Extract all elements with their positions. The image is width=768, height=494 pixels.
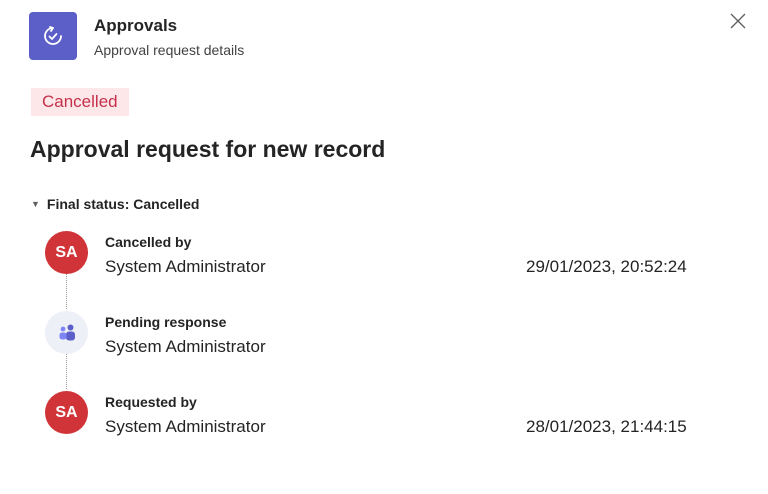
app-subtitle: Approval request details <box>94 42 245 58</box>
final-status-label: Final status: Cancelled <box>46 196 200 212</box>
timeline-entry-label: Requested by <box>105 394 197 410</box>
timeline-entry-name: System Administrator <box>105 337 266 356</box>
timeline-entry-label: Cancelled by <box>105 234 192 250</box>
close-icon <box>730 13 746 29</box>
caret-down-icon: ▼ <box>31 199 40 209</box>
app-title: Approvals <box>94 16 178 35</box>
timeline-connector <box>66 354 67 389</box>
approvals-icon <box>29 12 77 60</box>
avatar-initials: SA <box>55 403 78 421</box>
avatar <box>45 311 88 354</box>
avatar: SA <box>45 231 88 274</box>
status-badge: Cancelled <box>31 88 129 116</box>
approvals-glyph <box>44 26 62 45</box>
timeline-entry-name: System Administrator <box>105 257 266 276</box>
close-button[interactable] <box>727 10 749 32</box>
timeline-entry-timestamp: 29/01/2023, 20:52:24 <box>526 257 687 276</box>
timeline-connector <box>66 274 67 309</box>
avatar: SA <box>45 391 88 434</box>
teams-icon <box>59 324 75 340</box>
timeline-entry-name: System Administrator <box>105 417 266 436</box>
request-title: Approval request for new record <box>30 136 386 162</box>
avatar-initials: SA <box>55 243 78 261</box>
timeline-entry-label: Pending response <box>105 314 227 330</box>
timeline-entry-timestamp: 28/01/2023, 21:44:15 <box>526 417 687 436</box>
final-status-toggle[interactable]: ▼ Final status: Cancelled <box>31 196 199 212</box>
